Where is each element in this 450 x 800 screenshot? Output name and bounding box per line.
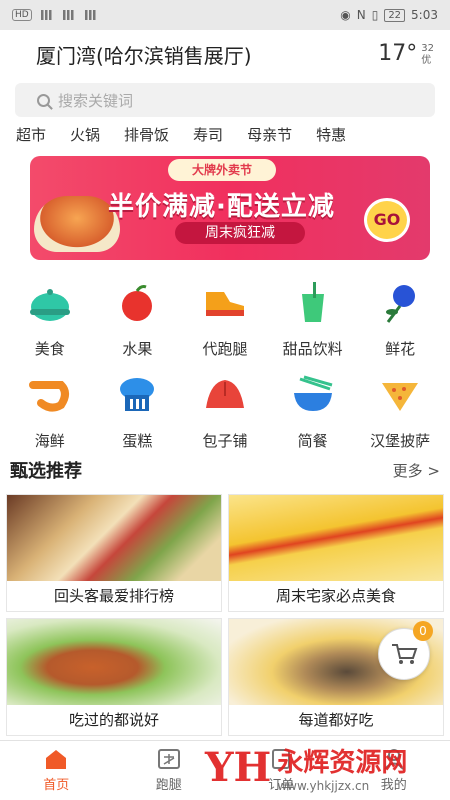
category-label: 简餐: [297, 432, 328, 450]
rose-icon: [377, 280, 423, 326]
apple-icon: [114, 280, 160, 326]
category-meishi[interactable]: 美食: [6, 276, 94, 368]
app-header: 厦门湾(哈尔滨销售展厅) 17° 32 优: [0, 30, 450, 78]
banner-top-label: 大牌外卖节: [168, 159, 276, 181]
wifi-icon: [81, 10, 98, 20]
recommend-header: 甄选推荐 更多 >: [0, 457, 450, 483]
watermark-url: www.yhkjjzx.cn: [277, 779, 370, 793]
recommend-card[interactable]: 回头客最爱排行榜: [6, 494, 222, 612]
cart-button[interactable]: 0: [378, 621, 433, 680]
cart-icon: [392, 644, 418, 664]
pizza-icon: [377, 372, 423, 418]
weather-code: 32: [421, 43, 434, 54]
errand-icon: [157, 749, 180, 769]
category-hanbao[interactable]: 汉堡披萨: [356, 368, 444, 460]
hd-badge: HD: [12, 9, 32, 21]
category-grid: 美食 水果 代跑腿 甜品饮料 鲜花 海鲜 蛋糕 包子铺 简餐 汉堡披萨: [0, 276, 450, 460]
tag-item[interactable]: 超市: [16, 124, 46, 145]
bowl-icon: [290, 372, 336, 418]
tab-label: 跑腿: [155, 778, 182, 793]
category-label: 鲜花: [385, 340, 416, 358]
silent-icon: ▯: [371, 8, 379, 22]
sandwich-image: [7, 495, 221, 583]
card-caption: 回头客最爱排行榜: [7, 581, 221, 611]
category-label: 包子铺: [202, 432, 248, 450]
section-title: 甄选推荐: [10, 461, 82, 482]
category-jiancan[interactable]: 简餐: [269, 368, 357, 460]
category-label: 海鲜: [34, 432, 65, 450]
cake-icon: [114, 372, 160, 418]
signal-icon-2: [59, 10, 76, 20]
chicken-image: [7, 619, 221, 707]
category-tianpin[interactable]: 甜品饮料: [269, 276, 357, 368]
weather-widget: 17° 32 优: [378, 41, 434, 67]
promo-banner[interactable]: 大牌外卖节 半价满减·配送立减 周末疯狂减 GO: [30, 156, 430, 260]
watermark-logo: YH: [205, 744, 272, 791]
tag-item[interactable]: 特惠: [316, 124, 346, 145]
watermark-name: 永辉资源网: [277, 748, 408, 778]
category-paotui[interactable]: 代跑腿: [181, 276, 269, 368]
cloche-icon: [27, 280, 73, 326]
signal-icon: [37, 10, 54, 20]
category-shuiguo[interactable]: 水果: [94, 276, 182, 368]
shrimp-icon: [27, 372, 73, 418]
cart-count-badge: 0: [413, 621, 433, 641]
temperature: 17°: [378, 41, 418, 66]
quick-tags: 超市 火锅 排骨饭 寿司 母亲节 特惠: [16, 124, 346, 145]
omelette-image: [229, 495, 443, 583]
battery-indicator: 22: [384, 8, 406, 22]
tab-label: 首页: [43, 778, 70, 793]
category-haixian[interactable]: 海鲜: [6, 368, 94, 460]
location-selector[interactable]: 厦门湾(哈尔滨销售展厅): [36, 40, 252, 69]
category-label: 美食: [34, 340, 65, 358]
nfc-icon: N: [356, 8, 366, 22]
drink-icon: [290, 280, 336, 326]
card-caption: 每道都好吃: [229, 705, 443, 735]
category-label: 水果: [122, 340, 153, 358]
card-caption: 周末宅家必点美食: [229, 581, 443, 611]
tag-item[interactable]: 火锅: [70, 124, 100, 145]
banner-subline: 周末疯狂减: [175, 222, 305, 244]
eye-icon: ◉: [340, 8, 351, 22]
search-placeholder: 搜索关键词: [58, 91, 134, 110]
search-bar[interactable]: 搜索关键词: [15, 83, 435, 117]
tab-home[interactable]: 首页: [0, 741, 113, 800]
banner-go-button[interactable]: GO: [364, 198, 410, 242]
recommend-card[interactable]: 吃过的都说好: [6, 618, 222, 736]
recommend-grid: 回头客最爱排行榜 周末宅家必点美食 吃过的都说好 每道都好吃: [6, 494, 444, 736]
category-label: 汉堡披萨: [370, 432, 431, 450]
category-baozi[interactable]: 包子铺: [181, 368, 269, 460]
watermark: YH 永辉资源网 www.yhkjjzx.cn: [205, 742, 407, 793]
search-icon: [37, 93, 50, 107]
banner-headline: 半价满减·配送立减: [108, 192, 335, 222]
clock: 5:03: [411, 8, 438, 22]
air-quality: 优: [421, 55, 432, 66]
category-label: 代跑腿: [202, 340, 248, 358]
tag-item[interactable]: 排骨饭: [124, 124, 169, 145]
category-dangao[interactable]: 蛋糕: [94, 368, 182, 460]
recommend-card[interactable]: 周末宅家必点美食: [228, 494, 444, 612]
bun-icon: [202, 372, 248, 418]
category-label: 甜品饮料: [282, 340, 343, 358]
tag-item[interactable]: 母亲节: [247, 124, 292, 145]
tag-item[interactable]: 寿司: [193, 124, 223, 145]
home-icon: [46, 750, 67, 769]
category-xianhua[interactable]: 鲜花: [356, 276, 444, 368]
more-link[interactable]: 更多 >: [393, 460, 440, 481]
shoe-icon: [202, 280, 248, 326]
status-bar: HD ◉ N ▯ 22 5:03: [0, 0, 450, 30]
category-label: 蛋糕: [122, 432, 153, 450]
card-caption: 吃过的都说好: [7, 705, 221, 735]
